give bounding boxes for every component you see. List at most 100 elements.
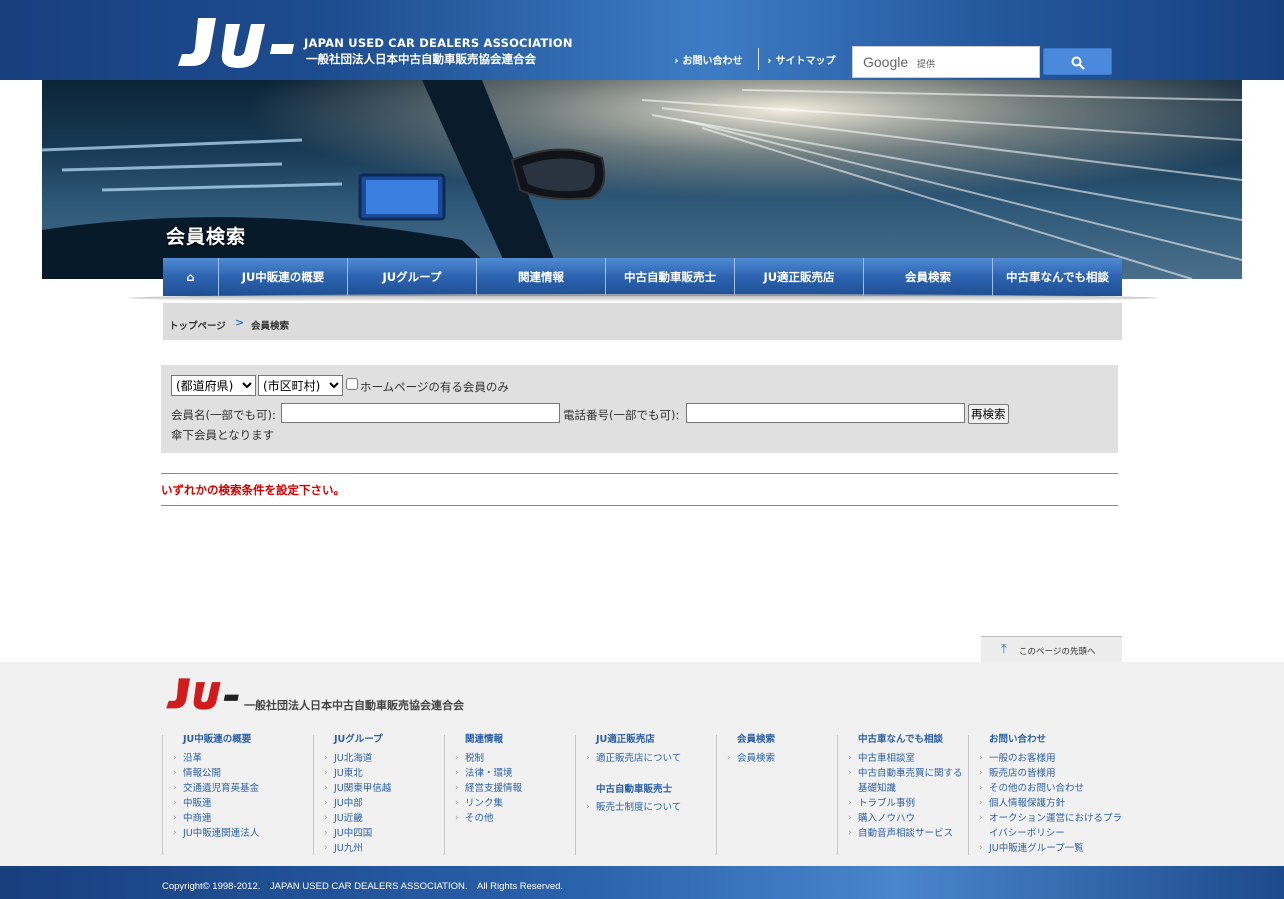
footer-link[interactable]: JU中四国 xyxy=(324,826,444,841)
footer-heading[interactable]: お問い合わせ xyxy=(989,735,1122,745)
ju-footer-logo-icon[interactable] xyxy=(165,677,240,711)
nav-home[interactable]: ⌂ xyxy=(163,258,219,296)
hero-car-image xyxy=(42,80,1242,279)
footer-link[interactable]: 中商連 xyxy=(173,811,313,826)
footer-col-about: JU中販連の概要 沿革 情報公開 交通遺児育英基金 中販連 中商連 JU中販連関… xyxy=(162,735,313,855)
footer-heading[interactable]: JU適正販売店 xyxy=(596,735,716,745)
member-note: 傘下会員となります xyxy=(171,428,275,442)
prefecture-select[interactable]: (都道府県) xyxy=(171,375,256,396)
footer-link[interactable]: トラブル事例 xyxy=(848,796,968,811)
nav-certified-dealer[interactable]: JU適正販売店 xyxy=(735,258,864,296)
footer-link[interactable]: JU東北 xyxy=(324,766,444,781)
message-divider-top xyxy=(161,473,1118,474)
footer-link[interactable]: 経営支援情報 xyxy=(455,781,575,796)
footer-link[interactable]: 中古車相談室 xyxy=(848,751,968,766)
google-provided-label: 提供 xyxy=(917,60,936,70)
nav-related-info[interactable]: 関連情報 xyxy=(477,258,606,296)
member-name-label: 会員名(一部でも可): xyxy=(171,408,276,422)
footer-link[interactable]: JU中販連グループ一覧 xyxy=(979,841,1122,856)
breadcrumb-current: 会員検索 xyxy=(251,321,290,332)
footer-col-member-search: 会員検索 会員検索 xyxy=(716,735,837,855)
nav-consultation[interactable]: 中古車なんでも相談 xyxy=(993,258,1122,296)
footer-link[interactable]: その他 xyxy=(455,811,575,826)
phone-number-label: 電話番号(一部でも可): xyxy=(563,408,680,422)
footer-link[interactable]: 沿革 xyxy=(173,751,313,766)
footer-heading[interactable]: JUグループ xyxy=(334,735,444,745)
footer-link[interactable]: 販売士制度について xyxy=(586,800,716,815)
nav-about[interactable]: JU中販連の概要 xyxy=(219,258,348,296)
footer-col-related-info: 関連情報 税制 法律・環境 経営支援情報 リンク集 その他 xyxy=(444,735,575,855)
homepage-only-label: ホームページの有る会員のみ xyxy=(360,380,509,394)
footer-link[interactable]: 交通遺児育英基金 xyxy=(173,781,313,796)
breadcrumb-separator: > xyxy=(235,316,245,329)
footer-col-ju-group: JUグループ JU北海道 JU東北 JU関東甲信越 JU中部 JU近畿 JU中四… xyxy=(313,735,444,856)
copyright-bar: Copyright© 1998-2012. JAPAN USED CAR DEA… xyxy=(0,866,1284,899)
ju-logo-icon[interactable] xyxy=(176,16,296,70)
hero-banner: 会員検索 xyxy=(42,80,1242,279)
footer-link[interactable]: 適正販売店について xyxy=(586,751,716,766)
footer-link[interactable]: JU中部 xyxy=(324,796,444,811)
nav-sales-specialist[interactable]: 中古自動車販売士 xyxy=(606,258,735,296)
footer-link[interactable]: 購入ノウハウ xyxy=(848,811,968,826)
chevron-right-icon: › xyxy=(674,54,679,67)
footer-link[interactable]: JU九州 xyxy=(324,841,444,856)
breadcrumb: トップページ > 会員検索 xyxy=(163,303,1122,340)
footer-link[interactable]: 情報公開 xyxy=(173,766,313,781)
footer-heading[interactable]: 関連情報 xyxy=(465,735,575,745)
footer-link[interactable]: 税制 xyxy=(455,751,575,766)
org-name-en: JAPAN USED CAR DEALERS ASSOCIATION xyxy=(304,36,573,50)
arrow-up-icon: ⤒ xyxy=(1001,642,1007,657)
footer-col-contact: お問い合わせ 一般のお客様用 販売店の皆様用 その他のお問い合わせ 個人情報保護… xyxy=(968,735,1122,856)
phone-number-input[interactable] xyxy=(686,403,965,423)
footer-org-name: 一般社団法人日本中古自動車販売協会連合会 xyxy=(244,699,464,712)
page-title: 会員検索 xyxy=(166,226,247,248)
footer-col-consultation: 中古車なんでも相談 中古車相談室 中古自動車売買に関する基礎知識 トラブル事例 … xyxy=(837,735,968,855)
footer-heading[interactable]: JU中販連の概要 xyxy=(183,735,313,745)
footer-link[interactable]: オークション運営におけるプライバシーポリシー xyxy=(979,811,1122,841)
home-icon: ⌂ xyxy=(186,270,195,284)
site-footer: 一般社団法人日本中古自動車販売協会連合会 JU中販連の概要 沿革 情報公開 交通… xyxy=(0,662,1284,866)
footer-link[interactable]: 中販連 xyxy=(173,796,313,811)
footer-link[interactable]: 会員検索 xyxy=(727,751,837,766)
research-button[interactable]: 再検索 xyxy=(968,404,1009,424)
homepage-only-checkbox[interactable] xyxy=(346,378,358,390)
footer-link[interactable]: その他のお問い合わせ xyxy=(979,781,1122,796)
sitemap-link[interactable]: › サイトマップ xyxy=(767,52,836,67)
footer-col-certified-dealer: JU適正販売店 適正販売店について 中古自動車販売士 販売士制度について xyxy=(575,735,716,855)
footer-link[interactable]: JU近畿 xyxy=(324,811,444,826)
site-search-box[interactable]: Google 提供 xyxy=(852,46,1040,78)
search-icon xyxy=(1071,56,1085,70)
member-name-input[interactable] xyxy=(281,403,560,423)
global-nav: ⌂ JU中販連の概要 JUグループ 関連情報 中古自動車販売士 JU適正販売店 … xyxy=(163,258,1122,296)
footer-link[interactable]: 法律・環境 xyxy=(455,766,575,781)
footer-link[interactable]: 自動音声相談サービス xyxy=(848,826,968,841)
city-select[interactable]: (市区町村) xyxy=(258,375,343,396)
copyright-text: Copyright© 1998-2012. JAPAN USED CAR DEA… xyxy=(162,881,564,892)
footer-link[interactable]: JU関東甲信越 xyxy=(324,781,444,796)
contact-link[interactable]: › お問い合わせ xyxy=(674,52,743,67)
footer-link[interactable]: 個人情報保護方針 xyxy=(979,796,1122,811)
nav-shadow xyxy=(128,294,1158,302)
page-top-button[interactable]: ⤒ このページの先頭へ xyxy=(981,636,1122,662)
footer-heading[interactable]: 中古自動車販売士 xyxy=(596,784,716,795)
message-divider-bottom xyxy=(161,505,1118,506)
site-search-input[interactable] xyxy=(943,51,1035,73)
footer-link[interactable]: 中古自動車売買に関する基礎知識 xyxy=(848,766,968,796)
nav-ju-group[interactable]: JUグループ xyxy=(348,258,477,296)
footer-heading[interactable]: 中古車なんでも相談 xyxy=(858,735,968,745)
footer-link[interactable]: リンク集 xyxy=(455,796,575,811)
footer-link[interactable]: 一般のお客様用 xyxy=(979,751,1122,766)
google-logo: Google xyxy=(863,54,909,70)
member-search-form: (都道府県) (市区町村) ホームページの有る会員のみ 会員名(一部でも可): … xyxy=(161,365,1118,453)
footer-link[interactable]: 販売店の皆様用 xyxy=(979,766,1122,781)
site-search-button[interactable] xyxy=(1043,48,1112,75)
nav-member-search[interactable]: 会員検索 xyxy=(864,258,993,296)
search-condition-error: いずれかの検索条件を設定下さい。 xyxy=(161,483,345,497)
site-header: JAPAN USED CAR DEALERS ASSOCIATION 一般社団法… xyxy=(0,0,1284,80)
footer-link[interactable]: JU北海道 xyxy=(324,751,444,766)
footer-link[interactable]: JU中販連関連法人 xyxy=(173,826,313,841)
chevron-right-icon: › xyxy=(767,54,772,67)
header-divider xyxy=(758,48,759,70)
footer-heading[interactable]: 会員検索 xyxy=(737,735,837,745)
breadcrumb-home-link[interactable]: トップページ xyxy=(169,318,226,332)
